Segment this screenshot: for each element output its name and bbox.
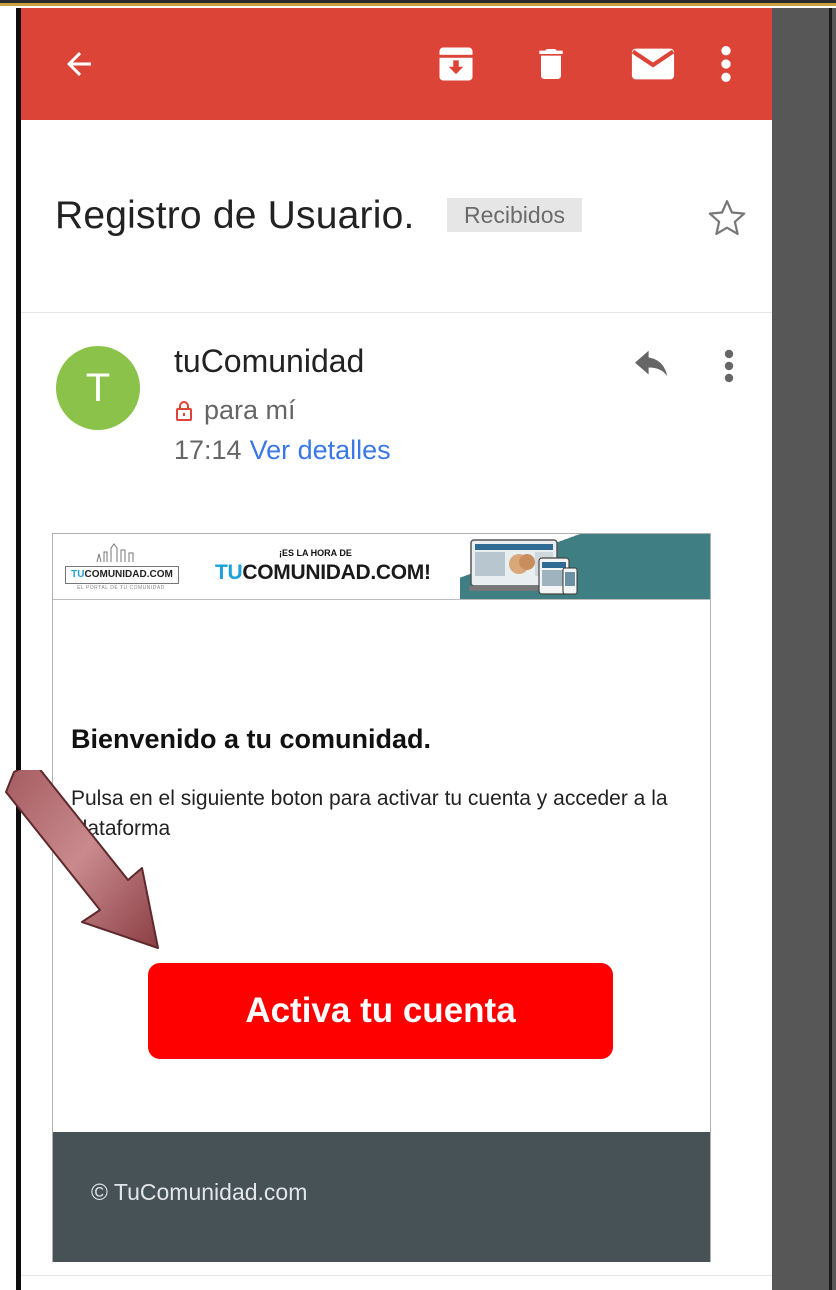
archive-icon	[439, 47, 473, 81]
app-bar	[21, 8, 772, 120]
recipient-line: para mí	[174, 395, 296, 426]
sender-name: tuComunidad	[174, 343, 365, 379]
mail-icon	[631, 48, 675, 80]
message-more-button[interactable]	[711, 341, 747, 391]
lock-icon	[174, 399, 194, 423]
recipient-text: para mí	[204, 395, 296, 425]
trash-icon	[539, 49, 563, 79]
time-line: 17:14 Ver detalles	[174, 435, 391, 466]
more-vert-icon	[724, 349, 734, 383]
city-skyline-icon	[96, 543, 134, 563]
more-vert-icon	[721, 46, 731, 82]
reply-icon	[635, 350, 668, 377]
devices-mockup-image	[469, 539, 578, 595]
mark-unread-button[interactable]	[625, 36, 681, 92]
inbox-label-chip[interactable]: Recibidos	[447, 198, 582, 232]
email-footer: © TuComunidad.com	[53, 1132, 710, 1262]
star-outline-icon	[708, 200, 746, 236]
banner-kicker: ¡ES LA HORA DE	[279, 548, 352, 558]
star-button[interactable]	[705, 196, 749, 245]
gmail-message-view: Registro de Usuario. Recibidos T tuComun…	[21, 8, 772, 1290]
email-banner: TUCOMUNIDAD.COM EL PORTAL DE TU COMUNIDA…	[53, 534, 710, 600]
sender-details: T tuComunidad para mí 17:14 Ver detalles	[21, 313, 772, 513]
message-time: 17:14	[174, 435, 242, 465]
delete-button[interactable]	[523, 36, 579, 92]
side-panel	[772, 8, 836, 1290]
screenshot-frame: Registro de Usuario. Recibidos T tuComun…	[0, 0, 836, 1290]
message-subject: Registro de Usuario.	[55, 194, 415, 237]
subject-header: Registro de Usuario. Recibidos	[21, 120, 772, 313]
tucomunidad-logo: TUCOMUNIDAD.COM EL PORTAL DE TU COMUNIDA…	[59, 540, 183, 592]
copyright-text: © TuComunidad.com	[91, 1179, 308, 1205]
welcome-text: Pulsa en el siguiente boton para activar…	[71, 787, 668, 840]
activate-account-button[interactable]: Activa tu cuenta	[148, 963, 613, 1059]
reply-button[interactable]	[627, 341, 677, 391]
top-border	[0, 0, 836, 8]
back-button[interactable]	[51, 36, 107, 92]
avatar[interactable]: T	[56, 346, 140, 430]
email-body-card: TUCOMUNIDAD.COM EL PORTAL DE TU COMUNIDA…	[52, 533, 711, 1262]
logo-tagline: EL PORTAL DE TU COMUNIDAD	[77, 585, 165, 591]
logo-wordmark: TUCOMUNIDAD.COM	[65, 566, 179, 584]
archive-button[interactable]	[428, 36, 484, 92]
divider	[21, 1275, 772, 1276]
arrow-back-icon	[67, 52, 91, 76]
overflow-menu-button[interactable]	[704, 36, 748, 92]
banner-headline: TUCOMUNIDAD.COM!	[215, 561, 431, 584]
welcome-heading: Bienvenido a tu comunidad.	[71, 724, 432, 754]
view-details-link[interactable]: Ver detalles	[250, 435, 391, 465]
